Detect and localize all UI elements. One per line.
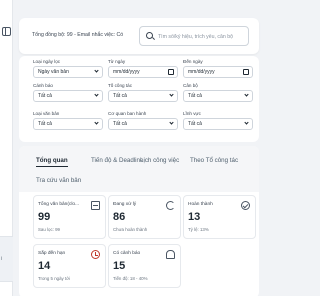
tab-progress-deadline[interactable]: Tiến độ & Deadline	[91, 157, 143, 166]
stat-value: 15	[113, 260, 126, 272]
from-date-input[interactable]: mm/dd/yyyy	[108, 66, 178, 78]
sync-icon	[166, 201, 175, 210]
chevron-down-icon	[94, 120, 99, 125]
filter-issuer: Cơ quan ban hành Tất cả	[108, 111, 178, 130]
chevron-down-icon	[169, 120, 174, 125]
stat-label: Đang xử lý	[113, 202, 137, 207]
staff-select[interactable]: Tất cả	[183, 90, 253, 102]
chevron-down-icon	[244, 92, 249, 97]
inbox-icon	[91, 201, 100, 210]
check-circle-icon	[241, 201, 250, 210]
doc-kind-label: Loại văn bản	[33, 111, 60, 116]
stat-value: 99	[38, 211, 51, 223]
filter-date-type-label: Loại ngày lọc	[33, 59, 61, 64]
filter-date-type: Loại ngày lọc Ngày văn bản	[33, 59, 103, 78]
stat-label: Hoàn thành	[188, 202, 213, 207]
stat-label: Có cảnh báo	[113, 251, 141, 256]
filter-team: Tố công tác Tất cả	[108, 83, 178, 102]
sidebar-footer-text: i	[1, 256, 3, 262]
calendar-icon[interactable]	[168, 69, 174, 75]
search-box[interactable]	[139, 26, 249, 46]
stat-subtext: Chưa hoàn thành	[113, 227, 148, 232]
tab-by-team[interactable]: Theo Tổ công tác	[190, 157, 238, 166]
stat-value: 14	[38, 260, 51, 272]
filter-from-date: Từ ngày mm/dd/yyyy	[108, 59, 178, 78]
tab-work-calendar[interactable]: Lịch công việc	[140, 157, 179, 166]
filter-doc-kind: Loại văn bản Tất cả	[33, 111, 103, 130]
issuer-value: Tất cả	[113, 121, 127, 127]
chevron-down-icon	[169, 92, 174, 97]
team-select[interactable]: Tất cả	[108, 90, 178, 102]
field-area-label: Lĩnh vực	[183, 111, 201, 116]
team-value: Tất cả	[113, 93, 127, 99]
field-area-select[interactable]: Tất cả	[183, 118, 253, 130]
sync-summary: Tổng đồng bộ: 99 - Email nhắc việc: Có	[32, 32, 124, 38]
stat-card-processing[interactable]: Đang xử lý 86 Chưa hoàn thành	[108, 195, 181, 239]
warning-select[interactable]: Tất cả	[33, 90, 103, 102]
filter-panel: Loại ngày lọc Ngày văn bản Từ ngày mm/dd…	[19, 56, 259, 142]
to-date-label: Đến ngày	[183, 59, 203, 64]
from-date-value: mm/dd/yyyy	[113, 69, 140, 75]
staff-value: Tất cả	[188, 93, 202, 99]
tab-bar: Tổng quan Tiến độ & Deadline Lịch công v…	[19, 146, 259, 192]
stat-subtext: Tiến độ: 18 - 40%	[113, 276, 148, 281]
stat-value: 86	[113, 211, 126, 223]
issuer-label: Cơ quan ban hành	[108, 111, 147, 116]
tab-overview[interactable]: Tổng quan	[36, 157, 68, 167]
doc-kind-value: Tất cả	[38, 121, 52, 127]
filter-staff: Cân bộ Tất cả	[183, 83, 253, 102]
clock-icon	[91, 250, 100, 259]
sidebar-toggle-icon[interactable]	[2, 27, 11, 36]
date-type-value: Ngày văn bản	[38, 69, 69, 75]
search-input[interactable]	[158, 31, 248, 42]
stat-subtext: Sau lọc: 99	[38, 227, 60, 232]
date-type-select[interactable]: Ngày văn bản	[33, 66, 103, 78]
team-label: Tố công tác	[108, 83, 133, 88]
header-card: Tổng đồng bộ: 99 - Email nhắc việc: Có	[19, 18, 259, 54]
stat-label: Sắp đến hạn	[38, 251, 66, 256]
chevron-down-icon	[94, 92, 99, 97]
sidebar-footer: i	[0, 236, 13, 282]
doc-kind-select[interactable]: Tất cả	[33, 118, 103, 130]
from-date-label: Từ ngày	[108, 59, 126, 64]
filter-warning: Cánh báo Tất cả	[33, 83, 103, 102]
to-date-input[interactable]: mm/dd/yyyy	[183, 66, 253, 78]
sidebar: i	[0, 0, 13, 296]
warning-label: Cánh báo	[33, 83, 53, 88]
dashboard-panel: Tổng quan Tiến độ & Deadline Lịch công v…	[19, 146, 259, 296]
warning-value: Tất cả	[38, 93, 52, 99]
stat-card-warnings[interactable]: Có cảnh báo 15 Tiến độ: 18 - 40%	[108, 244, 181, 288]
filter-field-area: Lĩnh vực Tất cả	[183, 111, 253, 130]
stat-label: Tổng văn bản(clo...	[38, 202, 80, 207]
stat-subtext: Tỷ lệ: 13%	[188, 227, 209, 232]
to-date-value: mm/dd/yyyy	[188, 69, 215, 75]
staff-label: Cân bộ	[183, 83, 198, 88]
stat-card-total[interactable]: Tổng văn bản(clo... 99 Sau lọc: 99	[33, 195, 106, 239]
tab-document-lookup[interactable]: Tra cứu văn bản	[36, 177, 81, 186]
stat-card-due-soon[interactable]: Sắp đến hạn 14 Trong 5 ngày tới	[33, 244, 106, 288]
chevron-down-icon	[244, 120, 249, 125]
calendar-icon[interactable]	[243, 69, 249, 75]
issuer-select[interactable]: Tất cả	[108, 118, 178, 130]
stat-value: 13	[188, 211, 201, 223]
bell-icon	[166, 250, 175, 259]
search-icon	[146, 32, 153, 39]
field-area-value: Tất cả	[188, 121, 202, 127]
chevron-down-icon	[94, 68, 99, 73]
stat-subtext: Trong 5 ngày tới	[38, 276, 71, 281]
stat-card-completed[interactable]: Hoàn thành 13 Tỷ lệ: 13%	[183, 195, 256, 239]
filter-to-date: Đến ngày mm/dd/yyyy	[183, 59, 253, 78]
